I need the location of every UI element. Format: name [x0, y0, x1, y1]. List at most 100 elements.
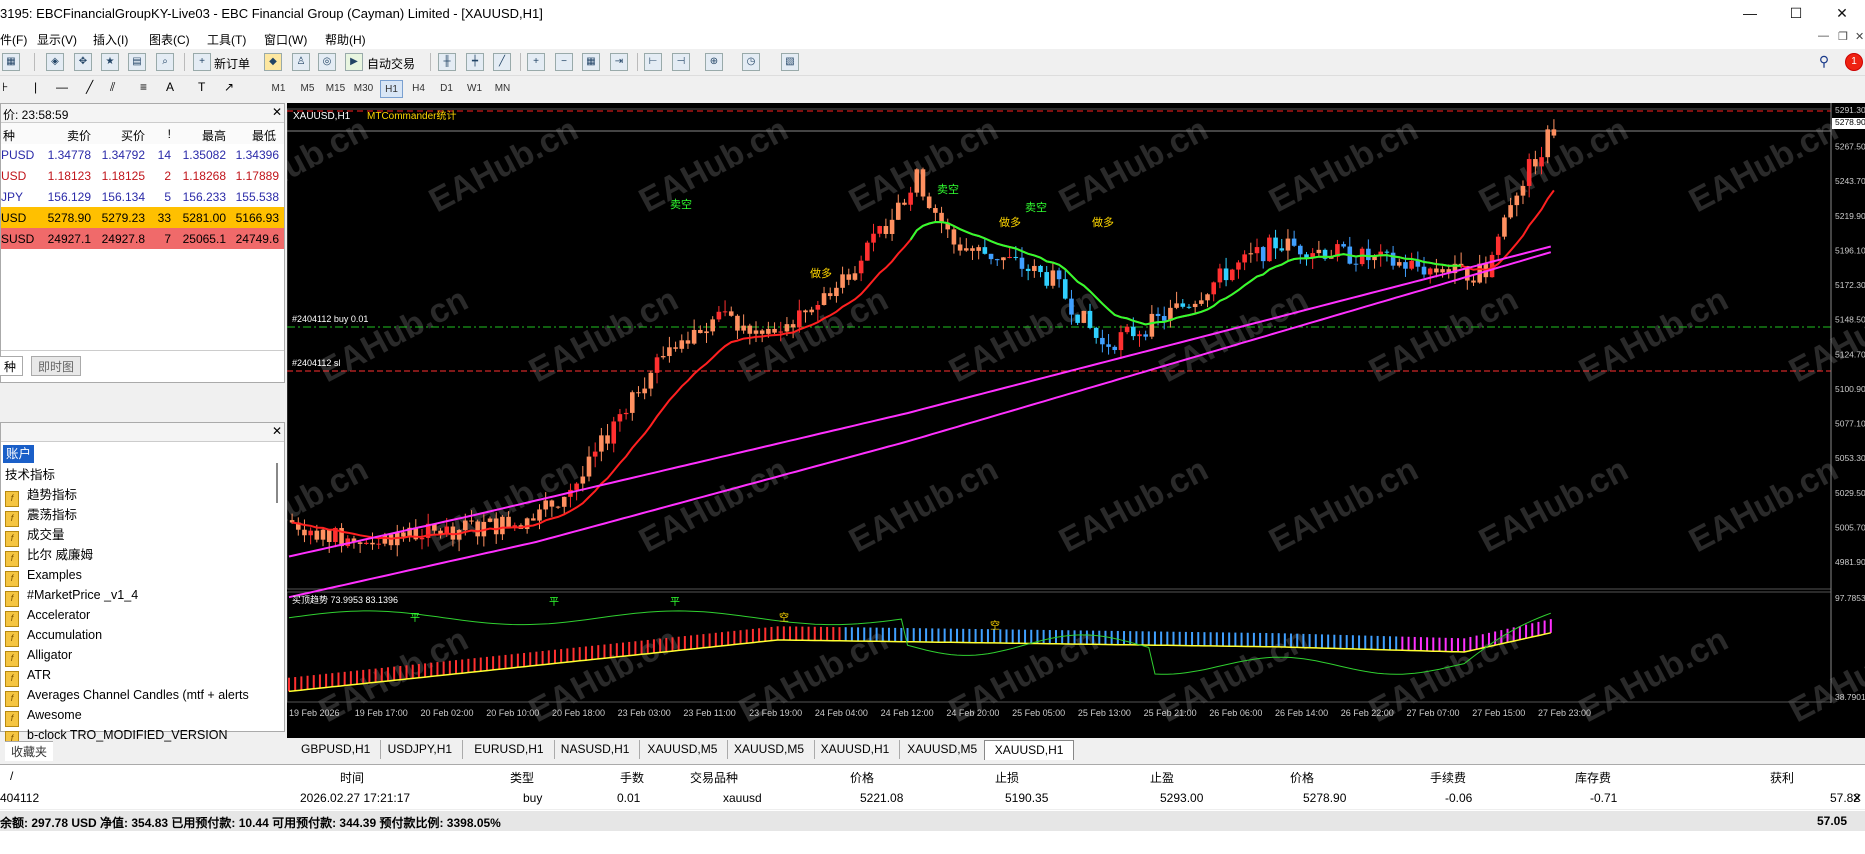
navigator-icon[interactable]: ★ — [101, 53, 119, 71]
tf-d1[interactable]: D1 — [435, 80, 458, 98]
nav-item[interactable]: f 成交量 — [5, 525, 65, 547]
terminal-col-header[interactable]: 获利 — [1770, 769, 1794, 786]
market-watch-row[interactable]: JPY 156.129 156.134 5 156.233 155.538 — [1, 186, 284, 207]
terminal-cell[interactable]: 2026.02.27 17:21:17 — [300, 791, 410, 805]
terminal-cell[interactable]: 404112 — [0, 791, 39, 805]
terminal-cell[interactable]: 5190.35 — [1005, 791, 1048, 805]
menu-tools[interactable]: 工具(T) — [207, 31, 246, 48]
terminal-col-header[interactable]: / — [10, 769, 13, 783]
menu-help[interactable]: 帮助(H) — [325, 31, 366, 48]
tab-tick-chart[interactable]: 即时图 — [31, 356, 82, 376]
trendline-icon[interactable]: ╱ — [86, 80, 93, 94]
terminal-cell[interactable]: xauusd — [723, 791, 762, 805]
chart-tab[interactable]: XAUUSD,H1 — [811, 740, 901, 759]
text-label-icon[interactable]: T — [198, 80, 205, 94]
candle-chart-icon[interactable]: ┿ — [466, 53, 484, 71]
zoom-out-icon[interactable]: − — [555, 53, 573, 71]
menu-charts[interactable]: 图表(C) — [149, 31, 190, 48]
col-symbol[interactable]: 种 — [3, 127, 15, 144]
terminal-col-header[interactable]: 手续费 — [1430, 769, 1466, 786]
new-order-icon[interactable]: + — [193, 53, 211, 71]
col-low[interactable]: 最低 — [236, 127, 276, 144]
chart-tab[interactable]: XAUUSD,H1 — [983, 740, 1075, 760]
tf-m1[interactable]: M1 — [267, 80, 290, 98]
terminal-cell[interactable]: buy — [523, 791, 542, 805]
metaeditor-icon[interactable]: ◆ — [264, 53, 282, 71]
signals-icon[interactable]: ◎ — [318, 53, 336, 71]
text-icon[interactable]: A — [166, 80, 174, 94]
tf-mn[interactable]: MN — [491, 80, 514, 98]
col-bid[interactable]: 卖价 — [51, 127, 91, 144]
tf-m30[interactable]: M30 — [352, 80, 375, 98]
market-watch-row[interactable]: USD 5278.90 5279.23 33 5281.00 5166.93 — [1, 207, 284, 228]
nav-item[interactable]: 技术指标 — [5, 465, 55, 485]
tf-m15[interactable]: M15 — [324, 80, 347, 98]
menu-window[interactable]: 窗口(W) — [264, 31, 307, 48]
market-icon[interactable]: ♙ — [292, 53, 310, 71]
nav-accounts[interactable]: 账户 — [3, 445, 35, 463]
cursor-icon[interactable]: ⊦ — [2, 80, 8, 94]
col-spread[interactable]: ! — [151, 127, 171, 141]
close-order-icon[interactable]: ✕ — [1852, 791, 1862, 805]
autoscroll-icon[interactable]: ⇥ — [610, 53, 628, 71]
chart-shift-icon[interactable]: ⊢ — [644, 53, 662, 71]
terminal-cell[interactable]: 5293.00 — [1160, 791, 1203, 805]
terminal-cell[interactable]: -0.06 — [1445, 791, 1472, 805]
menu-file[interactable]: 件(F) — [0, 31, 27, 48]
mdi-minimize-icon[interactable]: — — [1818, 30, 1829, 42]
new-chart-icon[interactable]: ▦ — [2, 53, 20, 71]
chart-tab[interactable]: XAUUSD,M5 — [897, 740, 989, 759]
terminal-col-header[interactable]: 止盈 — [1150, 769, 1174, 786]
search-icon[interactable]: ⚲ — [1815, 53, 1833, 71]
strategy-tester-icon[interactable]: ⌕ — [156, 53, 174, 71]
chart-tab[interactable]: GBPUSD,H1 — [291, 740, 382, 759]
tf-h4[interactable]: H4 — [407, 80, 430, 98]
vertical-line-icon[interactable]: | — [34, 80, 37, 94]
auto-trading-icon[interactable]: ▶ — [345, 53, 363, 71]
terminal-col-header[interactable]: 价格 — [850, 769, 874, 786]
zoom-in-icon[interactable]: + — [527, 53, 545, 71]
channel-icon[interactable]: ⫽ — [110, 80, 115, 95]
nav-item[interactable]: f Awesome — [5, 705, 82, 727]
terminal-cell[interactable]: 5221.08 — [860, 791, 903, 805]
chart-tab[interactable]: XAUUSD,M5 — [637, 740, 729, 759]
close-icon[interactable]: ✕ — [272, 424, 282, 438]
new-order-button[interactable]: 新订单 — [214, 55, 250, 72]
terminal-col-header[interactable]: 类型 — [510, 769, 534, 786]
tab-symbols[interactable]: 种 — [0, 356, 24, 376]
mdi-restore-icon[interactable]: ❐ — [1838, 30, 1848, 43]
market-watch-row[interactable]: SUSD 24927.1 24927.8 7 25065.1 24749.6 — [1, 228, 284, 249]
chart-tab[interactable]: NASUSD,H1 — [551, 740, 641, 759]
menu-insert[interactable]: 插入(I) — [93, 31, 128, 48]
nav-item[interactable]: f 震荡指标 — [5, 505, 77, 527]
nav-item[interactable]: f Accelerator — [5, 605, 90, 627]
notifications-icon[interactable]: 1 — [1845, 53, 1863, 71]
profiles-icon[interactable]: ◈ — [46, 53, 64, 71]
templates-icon[interactable]: ▧ — [781, 53, 799, 71]
chart-window[interactable]: EAHub.cn EAHub.cn EAHub.cn EAHub.cn EAHub.cn… — [213, 103, 1865, 738]
nav-item[interactable]: f Alligator — [5, 645, 72, 667]
terminal-col-header[interactable]: 时间 — [340, 769, 364, 786]
nav-item[interactable]: f 趋势指标 — [5, 485, 77, 507]
tf-h1[interactable]: H1 — [380, 80, 403, 98]
bar-chart-icon[interactable]: ╫ — [438, 53, 456, 71]
nav-item[interactable]: f #MarketPrice _v1_4 — [5, 585, 138, 607]
terminal-col-header[interactable]: 库存费 — [1575, 769, 1611, 786]
terminal-col-header[interactable]: 价格 — [1290, 769, 1314, 786]
market-watch-row[interactable]: PUSD 1.34778 1.34792 14 1.35082 1.34396 — [1, 144, 284, 165]
nav-item[interactable]: f 比尔 威廉姆 — [5, 545, 93, 567]
menu-view[interactable]: 显示(V) — [37, 31, 77, 48]
col-high[interactable]: 最高 — [186, 127, 226, 144]
indicators-icon[interactable]: ⊕ — [705, 53, 723, 71]
fibonacci-icon[interactable]: ≡ — [140, 80, 147, 94]
line-chart-icon[interactable]: ╱ — [493, 53, 511, 71]
tf-m5[interactable]: M5 — [296, 80, 319, 98]
chart-tab[interactable]: EURUSD,H1 — [464, 740, 555, 759]
terminal-cell[interactable]: 0.01 — [617, 791, 640, 805]
autoscroll-chart-icon[interactable]: ⊣ — [672, 53, 690, 71]
terminal-col-header[interactable]: 交易品种 — [690, 769, 738, 786]
minimize-button[interactable]: — — [1727, 0, 1773, 27]
nav-item[interactable]: f Averages Channel Candles (mtf + alerts — [5, 685, 249, 707]
auto-trading-button[interactable]: 自动交易 — [367, 55, 415, 72]
market-watch-row[interactable]: USD 1.18123 1.18125 2 1.18268 1.17889 — [1, 165, 284, 186]
